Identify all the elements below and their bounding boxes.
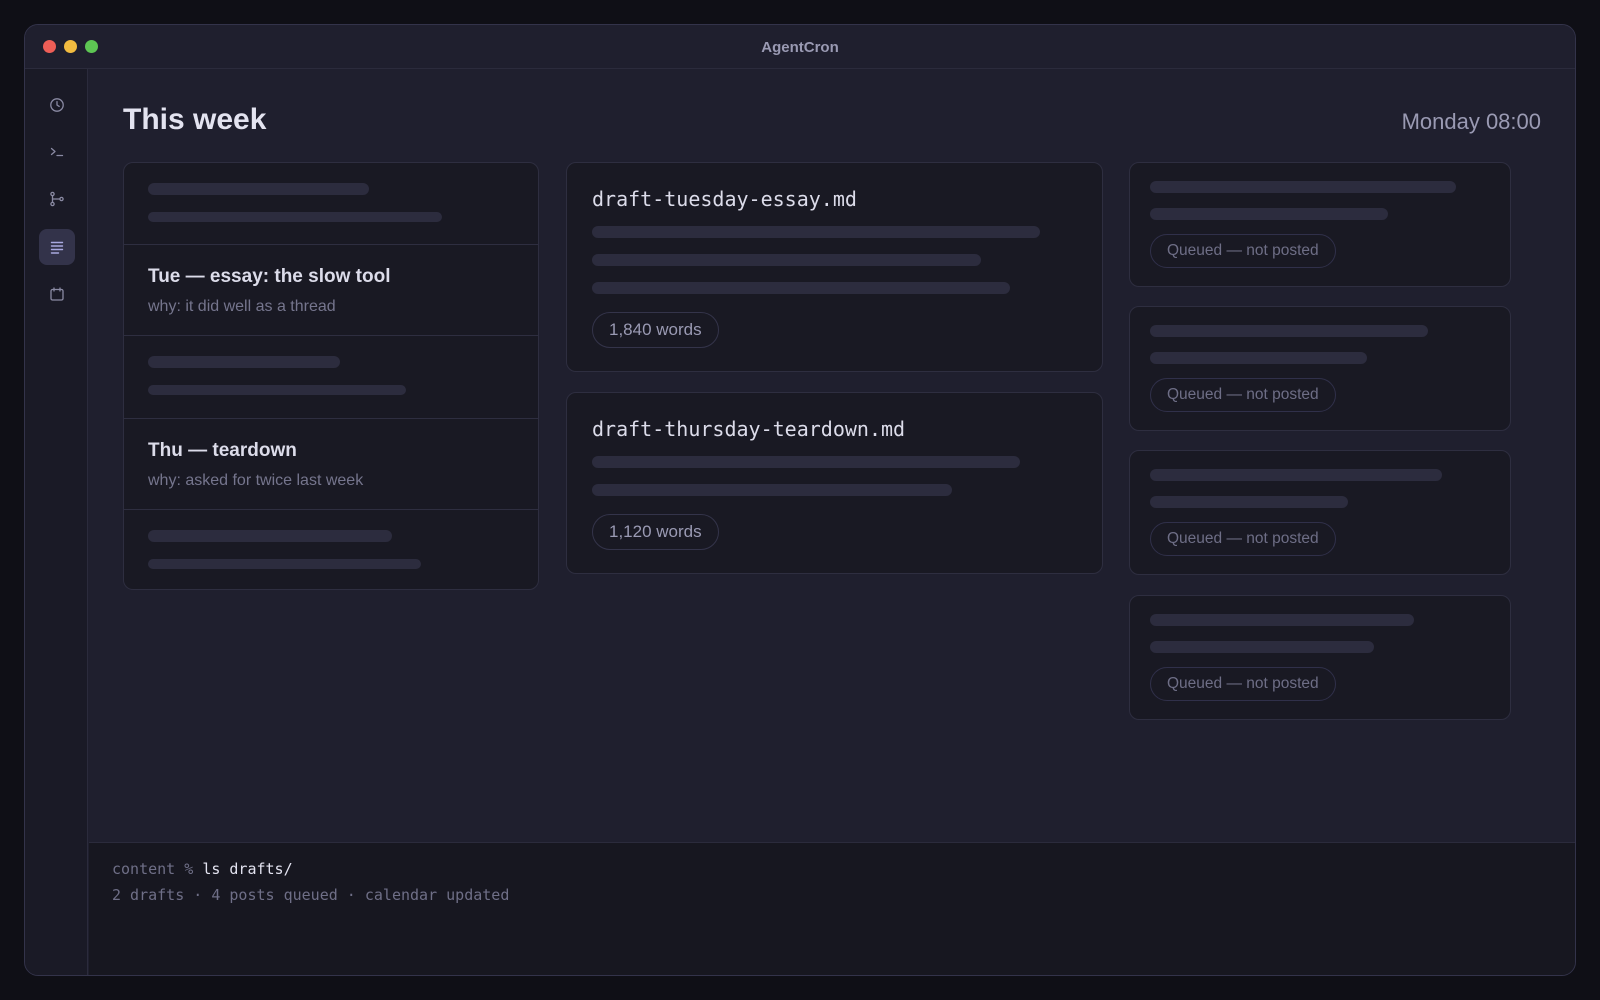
app-window: AgentCron This week Monday 08:00 Tue — e… — [24, 24, 1576, 976]
sidebar-item-history[interactable] — [39, 87, 75, 123]
placeholder-line — [592, 226, 1040, 238]
placeholder-line — [1150, 208, 1388, 220]
placeholder-line — [592, 254, 981, 266]
calendar-icon — [50, 287, 64, 301]
placeholder-line — [1150, 614, 1414, 626]
placeholder-line — [592, 456, 1020, 468]
plan-item-reason: why: it did well as a thread — [148, 298, 336, 315]
queued-post-card[interactable]: Queued — not posted — [1129, 306, 1511, 431]
placeholder-line — [148, 530, 392, 542]
sidebar-item-terminal[interactable] — [39, 134, 75, 170]
status-badge: Queued — not posted — [1150, 234, 1336, 268]
placeholder-line — [1150, 181, 1456, 193]
status-badge: Queued — not posted — [1150, 378, 1336, 412]
queued-post-card[interactable]: Queued — not posted — [1129, 595, 1511, 720]
current-time: Monday 08:00 — [1401, 109, 1541, 134]
page-title: This week — [123, 103, 267, 136]
weekly-plan-list: Tue — essay: the slow tool why: it did w… — [123, 162, 539, 590]
placeholder-line — [148, 559, 421, 569]
placeholder-line — [1150, 496, 1348, 508]
plan-item-reason: why: asked for twice last week — [148, 472, 364, 489]
status-badge: Queued — not posted — [1150, 522, 1336, 556]
terminal-command-line: content % ls drafts/ — [112, 860, 293, 878]
sidebar-item-branches[interactable] — [39, 181, 75, 217]
placeholder-line — [148, 385, 406, 395]
title-bar: AgentCron — [25, 25, 1575, 69]
sidebar — [25, 69, 88, 975]
list-item-placeholder — [124, 336, 538, 419]
terminal-prompt: content % — [112, 860, 194, 878]
queued-post-card[interactable]: Queued — not posted — [1129, 162, 1511, 287]
placeholder-line — [1150, 352, 1367, 364]
clock-icon — [50, 98, 64, 112]
sidebar-item-content[interactable] — [39, 229, 75, 265]
list-icon — [50, 241, 64, 254]
plan-item-title: Tue — essay: the slow tool — [148, 266, 391, 287]
placeholder-line — [1150, 325, 1428, 337]
placeholder-line — [148, 356, 340, 368]
status-badge: Queued — not posted — [1150, 667, 1336, 701]
placeholder-line — [148, 183, 369, 195]
placeholder-line — [592, 282, 1010, 294]
draft-card[interactable]: draft-tuesday-essay.md 1,840 words — [566, 162, 1103, 372]
placeholder-line — [148, 212, 442, 222]
main-content: This week Monday 08:00 Tue — essay: the … — [89, 69, 1575, 842]
draft-card[interactable]: draft-thursday-teardown.md 1,120 words — [566, 392, 1103, 574]
list-item-placeholder — [124, 163, 538, 245]
branch-icon — [50, 191, 64, 207]
placeholder-line — [592, 484, 952, 496]
placeholder-line — [1150, 641, 1374, 653]
word-count-badge: 1,840 words — [592, 312, 719, 348]
terminal-panel[interactable]: content % ls drafts/ 2 drafts · 4 posts … — [89, 842, 1575, 975]
list-item[interactable]: Thu — teardown why: asked for twice last… — [124, 419, 538, 510]
sidebar-item-calendar[interactable] — [39, 276, 75, 312]
placeholder-line — [1150, 469, 1442, 481]
terminal-icon — [50, 147, 64, 157]
draft-filename: draft-thursday-teardown.md — [592, 417, 906, 441]
list-item-placeholder — [124, 510, 538, 589]
list-item[interactable]: Tue — essay: the slow tool why: it did w… — [124, 245, 538, 336]
plan-item-title: Thu — teardown — [148, 440, 297, 461]
queued-post-card[interactable]: Queued — not posted — [1129, 450, 1511, 575]
terminal-command: ls drafts/ — [202, 860, 293, 878]
draft-filename: draft-tuesday-essay.md — [592, 187, 857, 211]
word-count-badge: 1,120 words — [592, 514, 719, 550]
terminal-output: 2 drafts · 4 posts queued · calendar upd… — [112, 886, 510, 904]
window-title: AgentCron — [761, 39, 839, 56]
